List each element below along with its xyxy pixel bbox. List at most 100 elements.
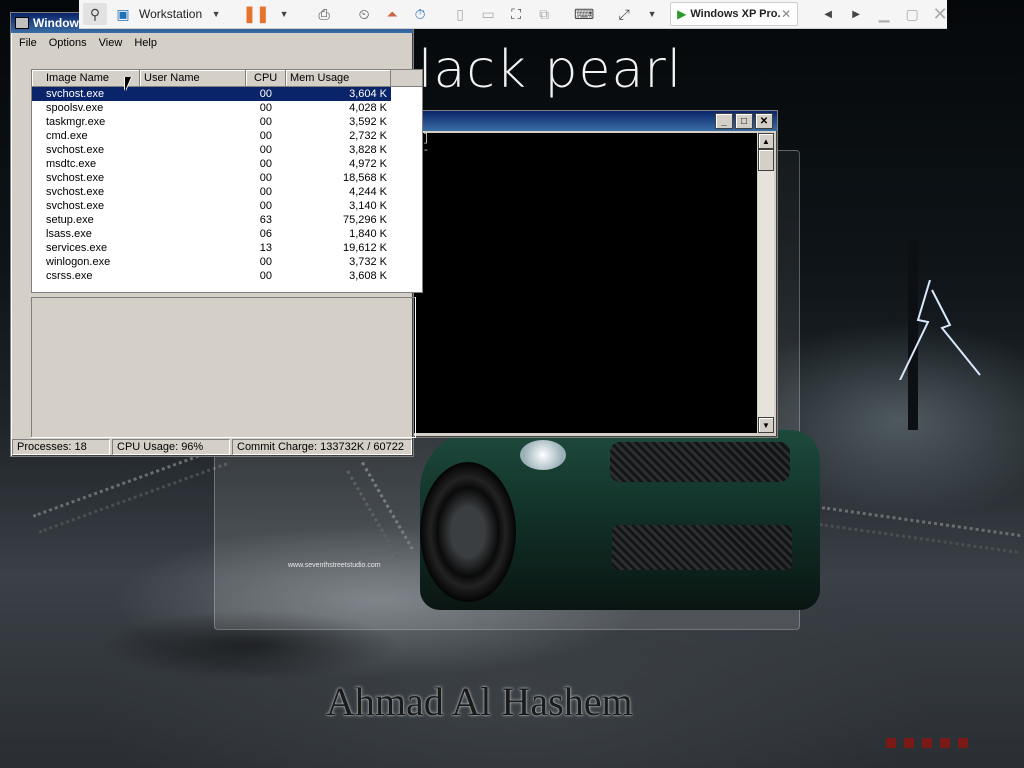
process-row[interactable]: msdtc.exe 00 4,972 K	[32, 157, 422, 171]
dot	[940, 738, 950, 748]
pause-icon[interactable]: ❚❚	[243, 2, 270, 26]
process-row[interactable]: spoolsv.exe 00 4,028 K	[32, 101, 422, 115]
menu-view[interactable]: View	[99, 37, 123, 51]
task-manager-menubar: File Options View Help	[11, 33, 413, 55]
snapshot-icon[interactable]: ⏲	[352, 2, 376, 26]
process-cpu: 00	[259, 256, 272, 268]
wallpaper-car-grille	[610, 442, 790, 482]
workstation-menu[interactable]: Workstation	[139, 7, 202, 21]
vm-tab[interactable]: ▶ Windows XP Pro... ✕	[670, 2, 799, 26]
status-processes: Processes: 18	[12, 439, 110, 455]
process-name: services.exe	[46, 242, 108, 254]
snapshot-manager-icon[interactable]: ⏱	[408, 2, 432, 26]
status-commit-charge: Commit Charge: 133732K / 60722	[232, 439, 412, 455]
process-name: svchost.exe	[46, 144, 105, 156]
process-mem: 19,612 K	[342, 242, 387, 254]
process-mem: 4,972 K	[349, 158, 387, 170]
wallpaper-car-headlight	[520, 440, 566, 470]
wallpaper-url: www.seventhstreetstudio.com	[288, 562, 381, 569]
process-cpu: 00	[246, 87, 286, 101]
wallpaper-signature: Ahmad Al Hashem	[326, 679, 633, 724]
restore-icon[interactable]: ▢	[900, 2, 924, 26]
process-row[interactable]: svchost.exe 00 3,828 K	[32, 143, 422, 157]
process-row[interactable]: svchost.exe 00 3,140 K	[32, 199, 422, 213]
close-button[interactable]: ✕	[755, 113, 773, 129]
task-manager-statusbar: Processes: 18 CPU Usage: 96% Commit Char…	[11, 438, 413, 456]
process-row[interactable]: services.exe 13 19,612 K	[32, 241, 422, 255]
console-line: 0]	[414, 133, 757, 145]
workstation-icon[interactable]: ▣	[111, 2, 135, 26]
console-output[interactable]: 0] P-	[414, 133, 757, 433]
process-list[interactable]: Image Name User Name CPU Mem Usage svcho…	[31, 69, 423, 293]
process-name: svchost.exe	[32, 87, 140, 101]
menu-options[interactable]: Options	[49, 37, 87, 51]
maximize-button[interactable]: □	[735, 113, 753, 129]
menu-file[interactable]: File	[19, 37, 37, 51]
console-line: P-	[414, 145, 757, 157]
process-row[interactable]: winlogon.exe 00 3,732 K	[32, 255, 422, 269]
process-row[interactable]: lsass.exe 06 1,840 K	[32, 227, 422, 241]
console-view-icon[interactable]: ⌨	[572, 2, 596, 26]
chevron-down-icon[interactable]: ▼	[272, 2, 296, 26]
task-manager-window[interactable]: Windows File Options View Help Image Nam…	[10, 12, 423, 457]
chevron-down-icon[interactable]: ▼	[640, 2, 664, 26]
unity-icon[interactable]: ⧉	[532, 2, 556, 26]
process-mem: 18,568 K	[342, 172, 387, 184]
process-row[interactable]: cmd.exe 00 2,732 K	[32, 129, 422, 143]
lightning-icon	[899, 280, 981, 380]
console-window[interactable]: _ □ ✕ 0] P- ▲ ▼	[403, 110, 778, 438]
console-scrollbar[interactable]: ▲ ▼	[758, 133, 774, 433]
process-user	[140, 115, 246, 129]
chevron-down-icon[interactable]: ▼	[204, 2, 228, 26]
column-image-name[interactable]: Image Name	[32, 70, 140, 86]
stretch-guest-icon[interactable]: ⤢	[612, 2, 636, 26]
column-mem-usage[interactable]: Mem Usage	[286, 70, 391, 86]
process-row[interactable]: taskmgr.exe 00 3,592 K	[32, 115, 422, 129]
process-mem: 3,732 K	[349, 256, 387, 268]
revert-snapshot-icon[interactable]: ⏶	[380, 2, 404, 26]
process-cpu: 00	[259, 144, 272, 156]
process-row[interactable]: svchost.exe 00 4,244 K	[32, 185, 422, 199]
process-user	[140, 87, 246, 101]
scroll-down-arrow-icon[interactable]: ▼	[758, 417, 774, 433]
process-mem: 3,140 K	[349, 200, 387, 212]
process-user	[140, 101, 246, 115]
close-icon[interactable]: ✕	[781, 7, 791, 21]
process-user	[140, 157, 246, 171]
sidebar-view-icon[interactable]: ▯	[448, 2, 472, 26]
close-window-icon[interactable]: ✕	[928, 2, 952, 26]
wallpaper-car-wheel	[420, 462, 516, 602]
process-row[interactable]: svchost.exe 00 3,604 K	[32, 87, 422, 101]
process-user	[140, 143, 246, 157]
wallpaper-car-grille	[612, 525, 792, 570]
minimize-icon[interactable]: ▁	[872, 2, 896, 26]
process-row[interactable]: setup.exe 63 75,296 K	[32, 213, 422, 227]
dot	[922, 738, 932, 748]
process-user	[140, 213, 246, 227]
process-name: winlogon.exe	[46, 256, 111, 268]
process-row[interactable]: csrss.exe 00 3,608 K	[32, 269, 422, 283]
process-mem: 1,840 K	[349, 228, 387, 240]
vm-tab-label: Windows XP Pro...	[690, 8, 782, 20]
process-cpu: 00	[259, 130, 272, 142]
scroll-up-arrow-icon[interactable]: ▲	[758, 133, 774, 149]
process-cpu: 13	[259, 242, 272, 254]
column-cpu[interactable]: CPU	[246, 70, 286, 86]
minimize-button[interactable]: _	[715, 113, 733, 129]
process-name: taskmgr.exe	[46, 116, 106, 128]
scrollbar-thumb[interactable]	[758, 149, 774, 171]
column-user-name[interactable]: User Name	[140, 70, 246, 86]
status-cpu-usage: CPU Usage: 96%	[112, 439, 230, 455]
console-titlebar[interactable]: _ □ ✕	[404, 111, 777, 131]
menu-help[interactable]: Help	[134, 37, 157, 51]
tab-scroll-left-icon[interactable]: ◀	[816, 2, 840, 26]
process-cpu: 00	[259, 158, 272, 170]
full-screen-icon[interactable]: ⛶	[504, 2, 528, 26]
send-ctrl-alt-del-icon[interactable]: ⎙	[312, 2, 336, 26]
pin-icon[interactable]: ⚲	[83, 3, 107, 25]
process-row[interactable]: svchost.exe 00 18,568 K	[32, 171, 422, 185]
tab-scroll-right-icon[interactable]: ▶	[844, 2, 868, 26]
process-name: setup.exe	[46, 214, 94, 226]
thumbnail-view-icon[interactable]: ▭	[476, 2, 500, 26]
process-name: csrss.exe	[46, 270, 93, 282]
